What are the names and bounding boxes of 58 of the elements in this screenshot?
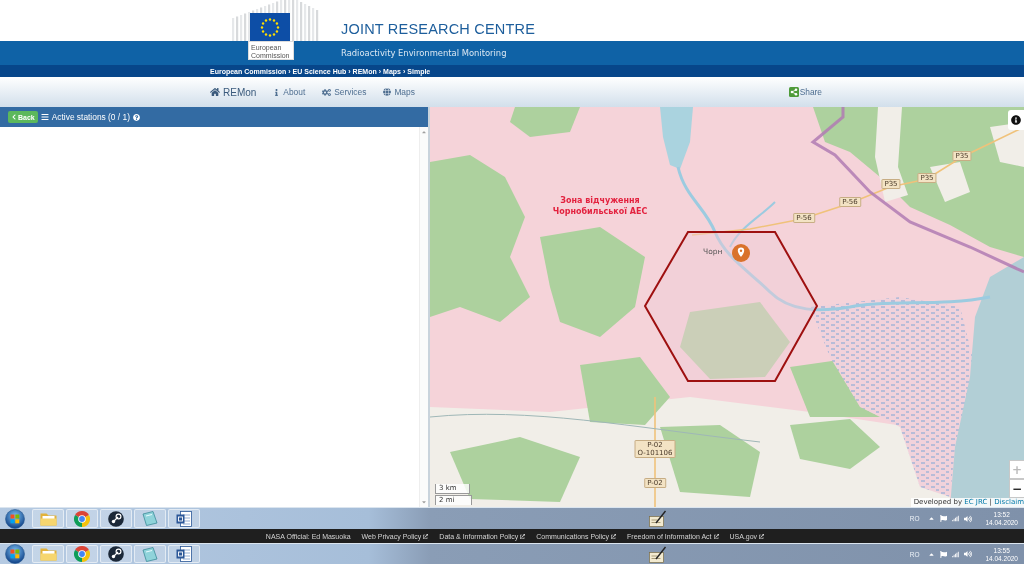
taskbar-button[interactable]	[648, 509, 668, 528]
zoom-out-button[interactable]: −	[1009, 479, 1024, 498]
globe-icon	[383, 88, 392, 96]
pen-paper-icon	[649, 545, 667, 563]
home-icon	[210, 87, 220, 97]
external-link-icon	[520, 533, 526, 539]
info-button[interactable]	[1008, 110, 1024, 130]
location-pin-icon[interactable]	[732, 244, 750, 262]
tricolor-circle-icon	[74, 546, 90, 562]
signal-bars-icon[interactable]	[952, 550, 960, 558]
info-icon	[1011, 115, 1021, 125]
flag-icon[interactable]	[940, 550, 948, 558]
share-icon	[788, 87, 799, 97]
nav-link[interactable]: Maps	[383, 87, 415, 97]
pen-paper-icon	[649, 510, 667, 527]
taskbar-button[interactable]	[100, 545, 132, 563]
site-subtitle: Radioactivity Environmental Monitoring	[341, 48, 507, 58]
piston-disc-icon	[108, 546, 124, 562]
caret-up-icon[interactable]	[928, 515, 936, 522]
piston-disc-icon	[108, 510, 124, 527]
slanted-tile-icon	[142, 511, 158, 526]
external-link-icon	[713, 533, 719, 539]
speaker-icon[interactable]	[964, 550, 973, 558]
share-link[interactable]: Share	[788, 87, 822, 97]
taskbar-button[interactable]	[648, 545, 668, 563]
info-icon	[273, 88, 281, 96]
taskbar-button[interactable]	[168, 509, 200, 528]
nav-link[interactable]: Services	[322, 87, 367, 97]
external-link-icon	[423, 533, 429, 539]
list-icon	[40, 113, 49, 121]
zone-hexagon[interactable]	[643, 231, 819, 382]
nav-link[interactable]: REMon	[210, 86, 257, 98]
taskbar-button[interactable]	[168, 545, 200, 563]
scroll-up-icon[interactable]	[421, 129, 427, 135]
panel-title: Active stations (0 / 1)	[51, 112, 130, 122]
slanted-tile-icon	[142, 546, 158, 562]
gears-icon	[322, 87, 332, 97]
signal-bars-icon[interactable]	[952, 515, 960, 522]
folder-icon	[39, 511, 57, 526]
external-link-icon	[759, 533, 765, 539]
scrollbar[interactable]	[419, 127, 428, 507]
flag-icon[interactable]	[940, 515, 948, 522]
external-link-icon	[611, 533, 617, 539]
tricolor-circle-icon	[74, 510, 90, 527]
document-icon	[176, 546, 192, 562]
folder-icon	[39, 547, 57, 561]
scroll-down-icon[interactable]	[421, 499, 427, 505]
site-title: JOINT RESEARCH CENTRE	[341, 21, 536, 38]
start-orb-icon[interactable]	[5, 544, 25, 564]
speaker-icon[interactable]	[964, 514, 973, 523]
star-flag-icon	[250, 13, 290, 42]
chevron-left-icon	[11, 114, 17, 120]
document-icon	[176, 510, 192, 527]
help-icon[interactable]	[132, 113, 140, 121]
taskbar-button[interactable]	[100, 509, 132, 528]
nav-link[interactable]: About	[273, 87, 306, 97]
zone-label: Зона відчуження Чорнобильської АЕС	[552, 195, 648, 217]
start-orb-icon[interactable]	[5, 508, 25, 529]
